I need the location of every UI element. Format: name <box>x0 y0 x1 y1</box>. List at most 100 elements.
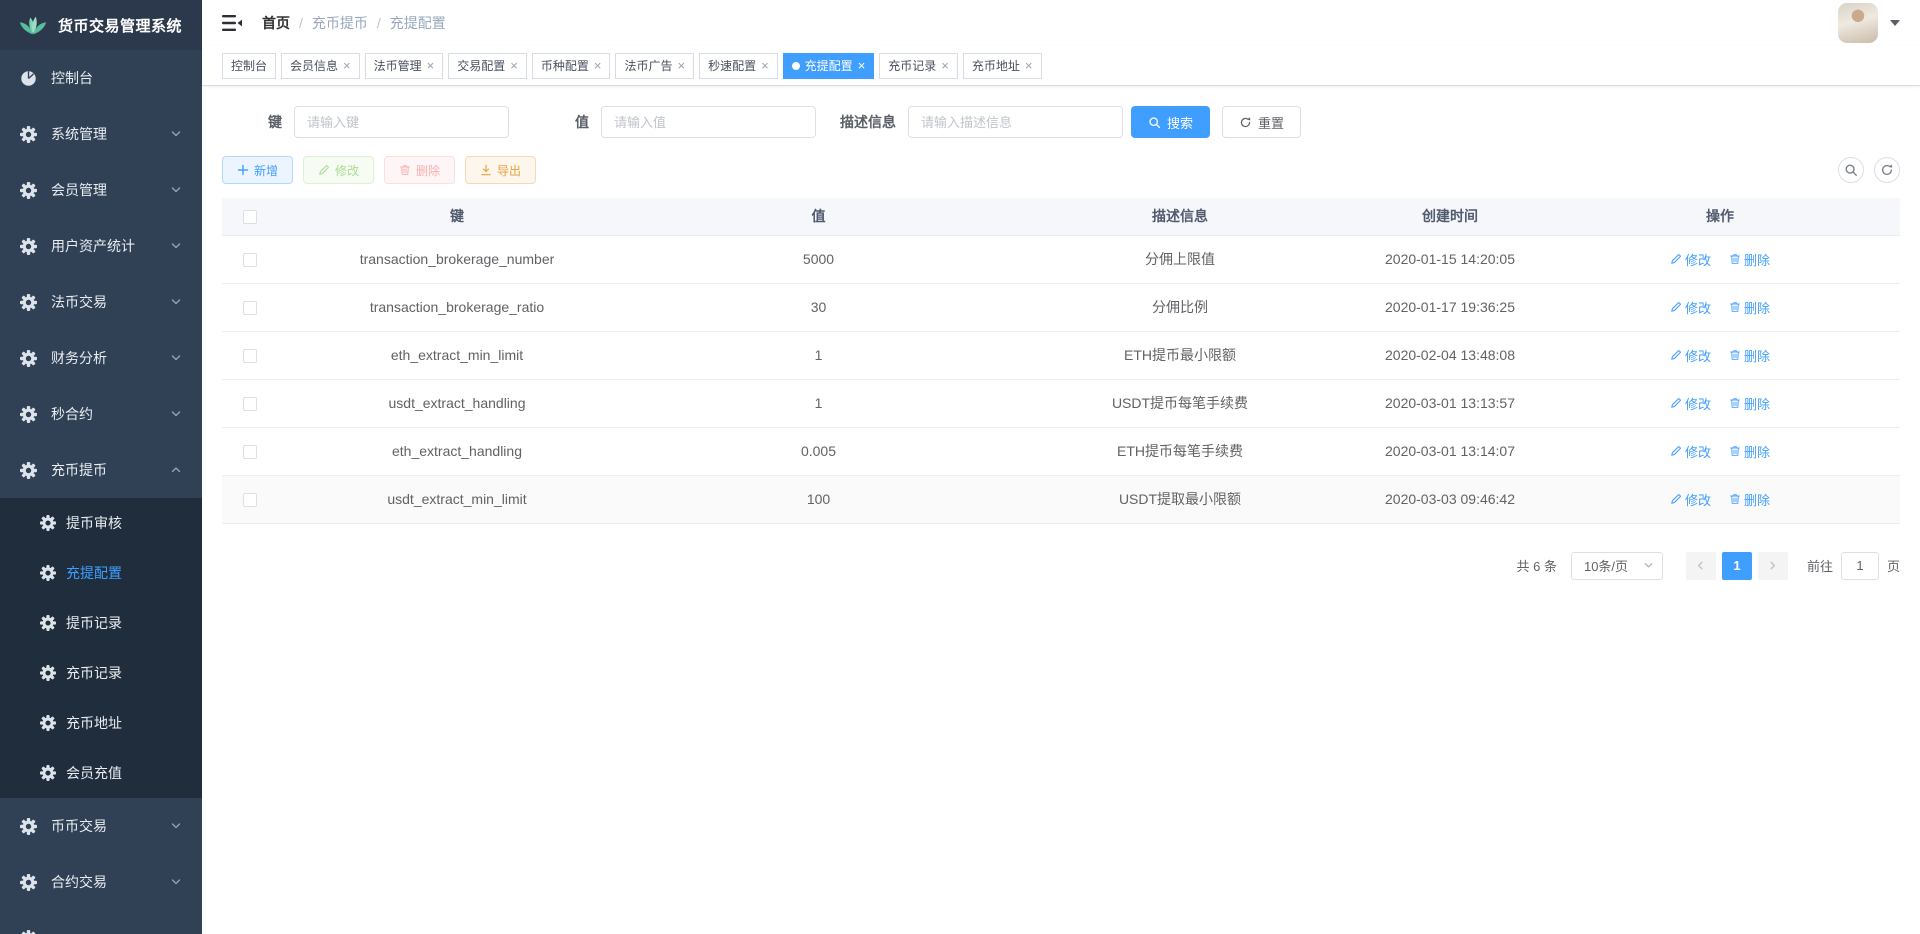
row-checkbox[interactable] <box>243 301 257 315</box>
row-edit-link[interactable]: 修改 <box>1670 442 1711 461</box>
sidebar-item-member-recharge[interactable]: 会员充值 <box>0 748 202 798</box>
sidebar-item-finance-analysis[interactable]: 财务分析 <box>0 330 202 386</box>
desc-input[interactable] <box>908 106 1123 138</box>
row-checkbox[interactable] <box>243 253 257 267</box>
breadcrumb-home[interactable]: 首页 <box>262 13 290 33</box>
sidebar-item-withdraw-review[interactable]: 提币审核 <box>0 498 202 548</box>
close-icon[interactable]: × <box>761 59 769 72</box>
value-input[interactable] <box>601 106 816 138</box>
gear-icon <box>40 765 56 781</box>
close-icon[interactable]: × <box>343 59 351 72</box>
tab-member-info[interactable]: 会员信息 × <box>281 53 360 79</box>
cell-created: 2020-03-03 09:46:42 <box>1360 475 1540 523</box>
gear-icon <box>20 238 37 255</box>
goto-page-input[interactable] <box>1841 552 1879 580</box>
tab-console[interactable]: 控制台 <box>222 53 276 79</box>
table-row: eth_extract_handling 0.005 ETH提币每笔手续费 20… <box>222 427 1900 475</box>
close-icon[interactable]: × <box>941 59 949 72</box>
tab-fiat-ad[interactable]: 法币广告 × <box>615 53 694 79</box>
table-refresh-button[interactable] <box>1874 157 1900 183</box>
user-avatar[interactable] <box>1838 3 1878 43</box>
delete-button[interactable]: 删除 <box>384 156 455 184</box>
close-icon[interactable]: × <box>427 59 435 72</box>
tab-fiat-mgmt[interactable]: 法币管理 × <box>365 53 444 79</box>
row-edit-link[interactable]: 修改 <box>1670 298 1711 317</box>
chevron-down-icon <box>170 184 182 196</box>
trash-icon <box>1729 349 1741 361</box>
reset-button-label: 重置 <box>1258 113 1284 132</box>
hamburger-icon[interactable] <box>222 14 242 32</box>
sidebar-item-system-mgmt[interactable]: 系统管理 <box>0 106 202 162</box>
table-search-toggle-button[interactable] <box>1838 157 1864 183</box>
cell-value: 0.005 <box>637 427 1000 475</box>
page-number-current[interactable]: 1 <box>1722 552 1752 580</box>
select-all-checkbox[interactable] <box>243 210 257 224</box>
row-delete-link[interactable]: 删除 <box>1729 490 1770 509</box>
filter-item-value: 值 <box>529 106 816 138</box>
chevron-down-icon <box>170 240 182 252</box>
breadcrumb-separator: / <box>299 15 303 31</box>
sidebar-item-contract-trade[interactable]: 合约交易 <box>0 854 202 910</box>
tab-deposit-records[interactable]: 充币记录 × <box>879 53 958 79</box>
sidebar-item-label: 会员管理 <box>51 180 107 200</box>
close-icon[interactable]: × <box>594 59 602 72</box>
row-delete-link[interactable]: 删除 <box>1729 442 1770 461</box>
row-checkbox[interactable] <box>243 397 257 411</box>
top-header: 首页 / 充币提币 / 充提配置 <box>202 0 1920 46</box>
tab-deposit-address[interactable]: 充币地址 × <box>963 53 1042 79</box>
gear-icon <box>20 406 37 423</box>
tab-coin-config[interactable]: 币种配置 × <box>532 53 611 79</box>
chevron-right-icon <box>1767 560 1778 571</box>
row-delete-link[interactable]: 删除 <box>1729 394 1770 413</box>
cell-desc: ETH提币每笔手续费 <box>1000 427 1360 475</box>
edit-button[interactable]: 修改 <box>303 156 374 184</box>
prev-page-button[interactable] <box>1686 552 1716 580</box>
row-delete-link[interactable]: 删除 <box>1729 346 1770 365</box>
search-button-label: 搜索 <box>1167 113 1193 132</box>
page-size-select[interactable]: 10条/页 <box>1571 552 1663 580</box>
chevron-down-icon <box>170 876 182 888</box>
key-input[interactable] <box>294 106 509 138</box>
close-icon[interactable]: × <box>510 59 518 72</box>
row-checkbox[interactable] <box>243 349 257 363</box>
row-checkbox[interactable] <box>243 445 257 459</box>
row-edit-link[interactable]: 修改 <box>1670 490 1711 509</box>
trash-icon <box>1729 493 1741 505</box>
add-button[interactable]: 新增 <box>222 156 293 184</box>
sidebar-item-second-contract[interactable]: 秒合约 <box>0 386 202 442</box>
sidebar-item-user-assets[interactable]: 用户资产统计 <box>0 218 202 274</box>
caret-down-icon[interactable] <box>1890 20 1900 26</box>
tab-deposit-withdraw-config[interactable]: 充提配置 × <box>783 53 875 79</box>
search-button[interactable]: 搜索 <box>1131 106 1210 138</box>
close-icon[interactable]: × <box>858 59 866 72</box>
sidebar-item-withdraw-records[interactable]: 提币记录 <box>0 598 202 648</box>
row-delete-link[interactable]: 删除 <box>1729 250 1770 269</box>
tab-label: 充提配置 <box>805 57 853 74</box>
sidebar-item-member-mgmt[interactable]: 会员管理 <box>0 162 202 218</box>
sidebar-item-deposit-withdraw[interactable]: 充币提币 <box>0 442 202 498</box>
tab-trade-config[interactable]: 交易配置 × <box>448 53 527 79</box>
cell-created: 2020-01-15 14:20:05 <box>1360 235 1540 283</box>
close-icon[interactable]: × <box>677 59 685 72</box>
cell-key: transaction_brokerage_number <box>277 235 637 283</box>
export-button[interactable]: 导出 <box>465 156 536 184</box>
row-delete-link[interactable]: 删除 <box>1729 298 1770 317</box>
sidebar-item-deposit-records[interactable]: 充币记录 <box>0 648 202 698</box>
sidebar-item-partial[interactable] <box>0 910 202 934</box>
sidebar-item-label: 控制台 <box>51 68 93 88</box>
row-edit-link[interactable]: 修改 <box>1670 250 1711 269</box>
sidebar-item-console[interactable]: 控制台 <box>0 50 202 106</box>
sidebar-item-deposit-address[interactable]: 充币地址 <box>0 698 202 748</box>
sidebar-item-coin-trade[interactable]: 币币交易 <box>0 798 202 854</box>
row-edit-link[interactable]: 修改 <box>1670 394 1711 413</box>
reset-button[interactable]: 重置 <box>1222 106 1301 138</box>
row-checkbox[interactable] <box>243 493 257 507</box>
sidebar-submenu-deposit-withdraw: 提币审核 充提配置 提币记录 充币记录 充币地址 会员充值 <box>0 498 202 798</box>
page-suffix-label: 页 <box>1887 556 1900 575</box>
next-page-button[interactable] <box>1758 552 1788 580</box>
close-icon[interactable]: × <box>1025 59 1033 72</box>
sidebar-item-deposit-withdraw-config[interactable]: 充提配置 <box>0 548 202 598</box>
sidebar-item-fiat-trade[interactable]: 法币交易 <box>0 274 202 330</box>
row-edit-link[interactable]: 修改 <box>1670 346 1711 365</box>
tab-second-config[interactable]: 秒速配置 × <box>699 53 778 79</box>
